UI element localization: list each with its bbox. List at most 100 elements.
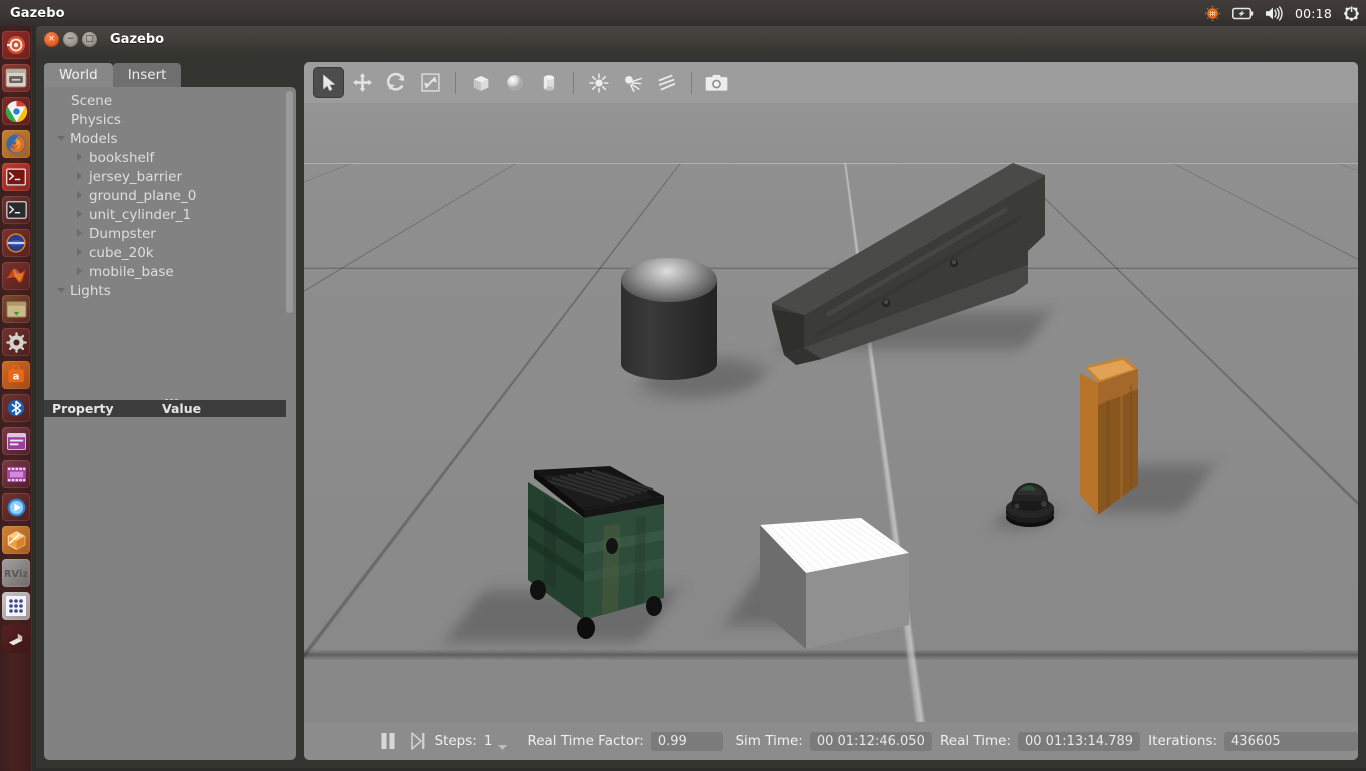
screenshot-tool[interactable] [701, 67, 732, 98]
tab-insert[interactable]: Insert [112, 63, 182, 88]
chevron-right-icon[interactable] [76, 248, 85, 257]
unity-launcher: a RVi [0, 26, 32, 771]
value-column-header: Value [162, 401, 202, 416]
tab-world[interactable]: World [44, 63, 113, 88]
tree-item-lights[interactable]: Lights [44, 281, 296, 300]
toolbar-separator [573, 71, 574, 94]
tree-item-bookshelf[interactable]: bookshelf [44, 148, 296, 167]
tree-item-physics[interactable]: Physics [44, 110, 296, 129]
chevron-down-icon[interactable] [57, 134, 66, 143]
scale-mode-tool[interactable] [415, 67, 446, 98]
simulation-status-bar: Steps: 1 Real Time Factor: 0.99 Sim Time… [304, 722, 1359, 760]
chevron-right-icon[interactable] [76, 191, 85, 200]
scene-object-mobile-base[interactable] [988, 463, 1074, 538]
scene-object-dumpster[interactable] [445, 358, 684, 678]
tree-item-cube-20k[interactable]: cube_20k [44, 243, 296, 262]
amazon-launcher[interactable]: a [2, 361, 30, 389]
tree-item-unit-cylinder[interactable]: unit_cylinder_1 [44, 205, 296, 224]
real-time-label: Real Time: [940, 733, 1011, 749]
files-launcher[interactable] [2, 64, 30, 92]
sim-time-value: 00 01:12:46.050 [809, 731, 932, 751]
tree-scrollbar[interactable] [286, 91, 293, 313]
tree-item-jersey-barrier[interactable]: jersey_barrier [44, 167, 296, 186]
scene-object-cube-20k[interactable] [724, 413, 934, 653]
insert-box-tool[interactable] [465, 67, 496, 98]
video-editor-launcher[interactable] [2, 460, 30, 488]
directional-light-tool[interactable] [651, 67, 682, 98]
apps-grid-launcher[interactable] [2, 592, 30, 620]
chevron-right-icon[interactable] [76, 153, 85, 162]
chevron-right-icon[interactable] [76, 210, 85, 219]
tree-item-dumpster[interactable]: Dumpster [44, 224, 296, 243]
notes-app-launcher[interactable] [2, 427, 30, 455]
select-mode-tool[interactable] [313, 67, 344, 98]
tree-label: cube_20k [89, 244, 154, 261]
gazebo-launcher[interactable] [2, 526, 30, 554]
minimize-icon[interactable]: − [63, 31, 78, 47]
tree-label: bookshelf [89, 149, 155, 166]
iterations-label: Iterations: [1148, 733, 1218, 749]
close-icon[interactable]: × [44, 31, 59, 47]
point-light-tool[interactable] [583, 67, 614, 98]
matlab-launcher[interactable] [2, 262, 30, 290]
steps-dropdown-icon[interactable] [497, 729, 508, 754]
archive-launcher[interactable] [2, 295, 30, 323]
insert-cylinder-tool[interactable] [533, 67, 564, 98]
tree-label: Lights [70, 282, 111, 299]
maximize-icon[interactable]: □ [82, 31, 97, 47]
render-panel: Steps: 1 Real Time Factor: 0.99 Sim Time… [304, 62, 1359, 760]
clock[interactable]: 00:18 [1295, 6, 1332, 21]
firefox-launcher[interactable] [2, 130, 30, 158]
terminal-red-launcher[interactable] [2, 163, 30, 191]
power-gear-icon[interactable] [1343, 0, 1360, 26]
panel-tabs: World Insert [44, 62, 296, 88]
volume-icon[interactable] [1265, 0, 1284, 26]
scene-object-jersey-barrier[interactable] [766, 143, 1051, 373]
tree-item-models[interactable]: Models [44, 129, 296, 148]
chevron-down-icon[interactable] [57, 286, 66, 295]
chevron-right-icon[interactable] [76, 267, 85, 276]
app-indicator-icon[interactable] [1204, 0, 1221, 26]
terminal-dark-launcher[interactable] [2, 196, 30, 224]
rotate-mode-tool[interactable] [381, 67, 412, 98]
toolbar-separator [455, 71, 456, 94]
tree-item-ground-plane[interactable]: ground_plane_0 [44, 186, 296, 205]
insert-sphere-tool[interactable] [499, 67, 530, 98]
scene-object-bookshelf[interactable] [1066, 343, 1215, 533]
spot-light-tool[interactable] [617, 67, 648, 98]
bluetooth-launcher[interactable] [2, 394, 30, 422]
svg-text:RViz: RViz [5, 569, 27, 580]
battery-icon[interactable] [1232, 0, 1254, 26]
tree-label: Dumpster [89, 225, 156, 242]
real-time-factor-value: 0.99 [650, 731, 724, 751]
chevron-right-icon[interactable] [76, 229, 85, 238]
toolbar-separator [691, 71, 692, 94]
step-button[interactable] [410, 731, 426, 751]
chrome-launcher[interactable] [2, 97, 30, 125]
rviz-launcher[interactable]: RViz [2, 559, 30, 587]
chevron-right-icon[interactable] [76, 172, 85, 181]
ubuntu-dash-launcher[interactable] [2, 31, 30, 59]
cylinder-top [621, 258, 717, 302]
render-viewport[interactable] [304, 103, 1358, 722]
unity-top-panel: Gazebo 00:18 [0, 0, 1366, 26]
real-time-factor-label: Real Time Factor: [527, 733, 644, 749]
pause-button[interactable] [379, 731, 397, 751]
tree-label: ground_plane_0 [89, 187, 197, 204]
steps-value[interactable]: 1 [484, 733, 493, 749]
window-titlebar[interactable]: × − □ Gazebo [36, 26, 1366, 52]
tree-item-scene[interactable]: Scene [44, 91, 296, 110]
gazebo-window: × − □ Gazebo World Insert Scene Physics … [36, 26, 1366, 768]
top-panel-app-title[interactable]: Gazebo [10, 6, 65, 21]
svg-text:a: a [13, 372, 20, 383]
settings-launcher[interactable] [2, 328, 30, 356]
translate-mode-tool[interactable] [347, 67, 378, 98]
screen: Gazebo 00:18 a RVi × − □ Gazebo World In… [0, 0, 1366, 771]
window-controls: × − □ [44, 31, 97, 47]
media-player-launcher[interactable] [2, 493, 30, 521]
tree-item-mobile-base[interactable]: mobile_base [44, 262, 296, 281]
window-body: World Insert Scene Physics Models booksh… [36, 52, 1366, 768]
sphere-app-launcher[interactable] [2, 229, 30, 257]
real-time-value: 00 01:13:14.789 [1018, 731, 1141, 751]
trash-launcher[interactable] [2, 625, 30, 653]
